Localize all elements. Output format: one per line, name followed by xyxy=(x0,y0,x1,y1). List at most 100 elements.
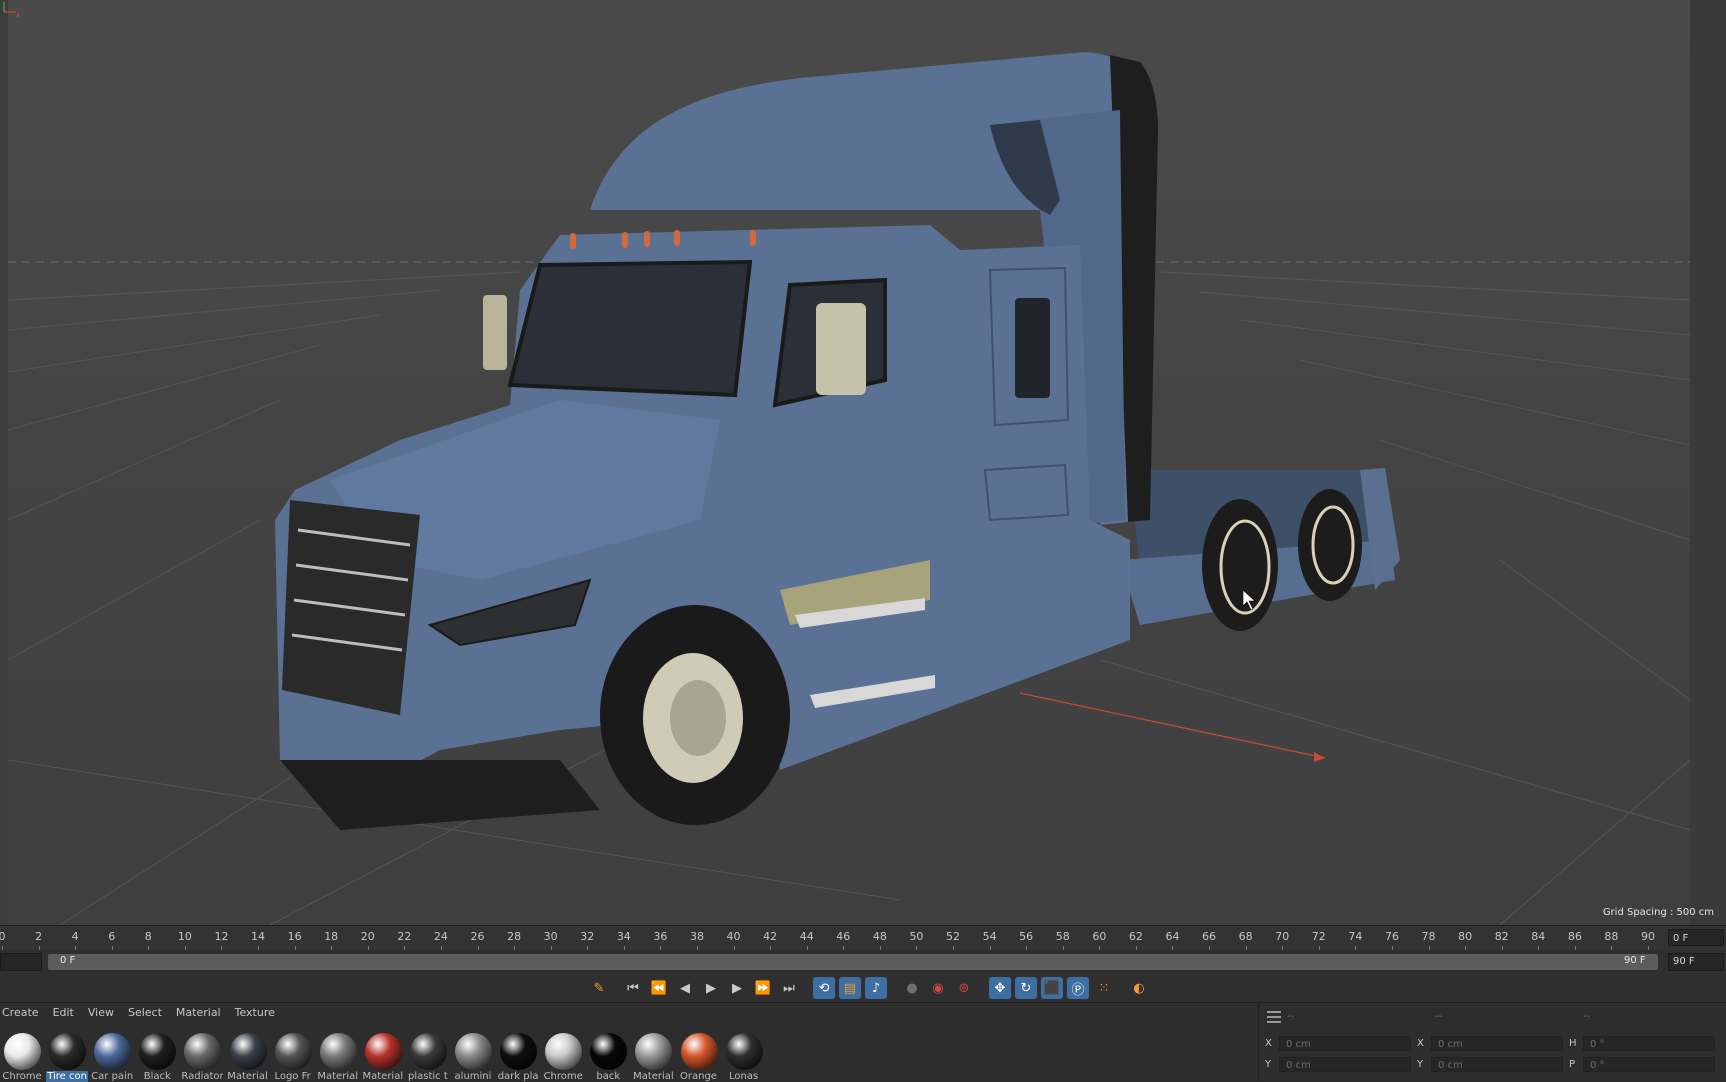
material-swatch[interactable]: Chrome xyxy=(542,1030,583,1082)
material-label: back xyxy=(596,1071,621,1082)
transport-toolbar: ✎ ⏮ ⏪ ◀ ▶ ▶ ⏩ ⏭ ⟲ ▤ ♪ ● ◉ ⊛ ✥ ↻ ⬛ Ⓟ ⁙ ◐ xyxy=(0,974,1726,1002)
material-swatch[interactable]: alumini xyxy=(452,1030,492,1082)
current-frame-field[interactable]: 0 F xyxy=(1668,929,1724,946)
material-preview-sphere xyxy=(455,1033,492,1070)
timeline-tick-label: 70 xyxy=(1275,930,1290,943)
max-frame-field[interactable]: 90 F xyxy=(1668,953,1724,971)
material-menu-create[interactable]: Create xyxy=(2,1006,39,1026)
timeline-tick-label: 64 xyxy=(1165,930,1180,943)
material-swatch[interactable]: Material xyxy=(227,1030,268,1082)
material-swatch[interactable]: Material xyxy=(632,1030,674,1082)
render-icon[interactable]: ✎ xyxy=(588,977,610,999)
material-label: Material xyxy=(317,1071,358,1082)
prev-key-icon[interactable]: ⏪ xyxy=(648,977,670,999)
material-swatch[interactable]: Chrome xyxy=(1,1030,42,1082)
material-menu-select[interactable]: Select xyxy=(128,1006,162,1026)
material-label: Logo Fr xyxy=(274,1071,311,1082)
material-preview-sphere xyxy=(139,1033,177,1070)
menu-icon[interactable] xyxy=(1267,1011,1281,1026)
timeline-tick-label: 88 xyxy=(1604,930,1619,943)
coord-axis-label: X xyxy=(1265,1038,1272,1049)
step-back-icon[interactable]: ◀ xyxy=(674,977,696,999)
coord-axis-label: Y xyxy=(1265,1059,1272,1070)
timeline-tick-label: 84 xyxy=(1531,930,1546,943)
film-icon[interactable]: ▤ xyxy=(839,977,861,999)
record-dim-icon[interactable]: ● xyxy=(901,977,923,999)
material-swatch[interactable]: back xyxy=(587,1030,628,1082)
timeline-ruler[interactable]: 0 2 4 6 8 10 12 14 16 18 20 22 24 26 28 30 32 34 36 38 40 42 4… xyxy=(0,925,1726,951)
material-preview-sphere xyxy=(94,1033,132,1070)
material-label: Chrome xyxy=(2,1071,42,1082)
timeline-tick-label: 30 xyxy=(543,930,558,943)
coord-axis-label: P xyxy=(1569,1059,1576,1070)
record-icon[interactable]: ◉ xyxy=(927,977,949,999)
viewport-scene xyxy=(7,52,1691,925)
material-label: Orange xyxy=(680,1071,717,1082)
coordinates-panel: -- -- -- X 0 cm X 0 cm H 0 ° Y 0 cm Y 0 cm P 0 ° xyxy=(1258,1002,1726,1081)
material-label: Chrome xyxy=(543,1071,583,1082)
material-swatch[interactable]: plastic t xyxy=(407,1030,448,1082)
3d-viewport[interactable]: x Grid Spacing : 500 cm xyxy=(0,0,1726,925)
material-swatch[interactable]: Car pain xyxy=(91,1030,134,1082)
timeline-tick-label: 48 xyxy=(872,930,887,943)
coord-value-field[interactable]: 0 cm xyxy=(1279,1057,1411,1072)
material-preview-sphere xyxy=(590,1033,628,1070)
material-swatch[interactable]: Radiator xyxy=(181,1030,224,1082)
material-menu-bar: Create Edit View Select Material Texture xyxy=(0,1006,289,1026)
param-key-icon[interactable]: Ⓟ xyxy=(1067,977,1089,999)
step-forward-icon[interactable]: ▶ xyxy=(726,977,748,999)
goto-start-icon[interactable]: ⏮ xyxy=(622,977,644,999)
timeline-tick-label: 8 xyxy=(144,930,152,943)
material-menu-view[interactable]: View xyxy=(88,1006,114,1026)
material-swatch[interactable]: Logo Fr xyxy=(272,1030,312,1082)
timeline-tick-label: 24 xyxy=(433,930,448,943)
coord-value-field[interactable]: 0 ° xyxy=(1583,1036,1715,1051)
timeline-tick-label: 56 xyxy=(1019,930,1034,943)
play-icon[interactable]: ▶ xyxy=(700,977,722,999)
pla-key-icon[interactable]: ⁙ xyxy=(1093,977,1115,999)
coord-value-field[interactable]: 0 cm xyxy=(1279,1036,1411,1051)
timeline-tick-label: 6 xyxy=(108,930,116,943)
move-key-icon[interactable]: ✥ xyxy=(989,977,1011,999)
coord-value-field[interactable]: 0 cm xyxy=(1431,1036,1563,1051)
scale-key-icon[interactable]: ⬛ xyxy=(1041,977,1063,999)
material-label: Car pain xyxy=(91,1071,134,1082)
range-slider-track[interactable] xyxy=(48,954,1658,970)
preview-range-bar[interactable]: 0 F 90 F 90 F xyxy=(0,950,1726,974)
material-swatch[interactable]: dark pla xyxy=(497,1030,539,1082)
material-menu-texture[interactable]: Texture xyxy=(235,1006,275,1026)
material-swatch[interactable]: Material xyxy=(317,1030,358,1082)
timeline-tick-label: 62 xyxy=(1128,930,1143,943)
material-preview-sphere xyxy=(274,1033,312,1070)
material-preview-sphere xyxy=(409,1033,447,1070)
coord-value-field[interactable]: 0 cm xyxy=(1431,1057,1563,1072)
rotate-key-icon[interactable]: ↻ xyxy=(1015,977,1037,999)
material-preview-sphere xyxy=(229,1033,267,1070)
next-key-icon[interactable]: ⏩ xyxy=(752,977,774,999)
coord-axis-label: X xyxy=(1417,1038,1424,1049)
timeline-tick-label: 32 xyxy=(580,930,595,943)
autokey-icon[interactable]: ⊛ xyxy=(953,977,975,999)
timeline-tick-label: 16 xyxy=(287,930,302,943)
timeline-tick-label: 54 xyxy=(982,930,997,943)
timeline-tick-label: 12 xyxy=(214,930,229,943)
timeline-tick-label: 26 xyxy=(470,930,485,943)
goto-end-icon[interactable]: ⏭ xyxy=(778,977,800,999)
scheme-icon[interactable]: ◐ xyxy=(1128,977,1150,999)
timeline-tick-label: 68 xyxy=(1238,930,1253,943)
sound-icon[interactable]: ♪ xyxy=(865,977,887,999)
material-swatch[interactable]: Lonas xyxy=(723,1030,763,1082)
coord-value-field[interactable]: 0 ° xyxy=(1583,1057,1715,1072)
timeline-tick-label: 22 xyxy=(397,930,412,943)
material-label: Radiator xyxy=(181,1071,224,1082)
material-swatch[interactable]: Tire con xyxy=(46,1030,89,1082)
material-menu-material[interactable]: Material xyxy=(176,1006,221,1026)
frame-spinner[interactable] xyxy=(0,953,42,971)
material-menu-edit[interactable]: Edit xyxy=(53,1006,74,1026)
viewport-left-border xyxy=(0,0,8,925)
loop-icon[interactable]: ⟲ xyxy=(813,977,835,999)
timeline-tick-label: 0 xyxy=(0,930,6,943)
material-swatch[interactable]: Black xyxy=(136,1030,177,1082)
material-swatch[interactable]: Material xyxy=(362,1030,403,1082)
material-swatch[interactable]: Orange xyxy=(678,1030,718,1082)
